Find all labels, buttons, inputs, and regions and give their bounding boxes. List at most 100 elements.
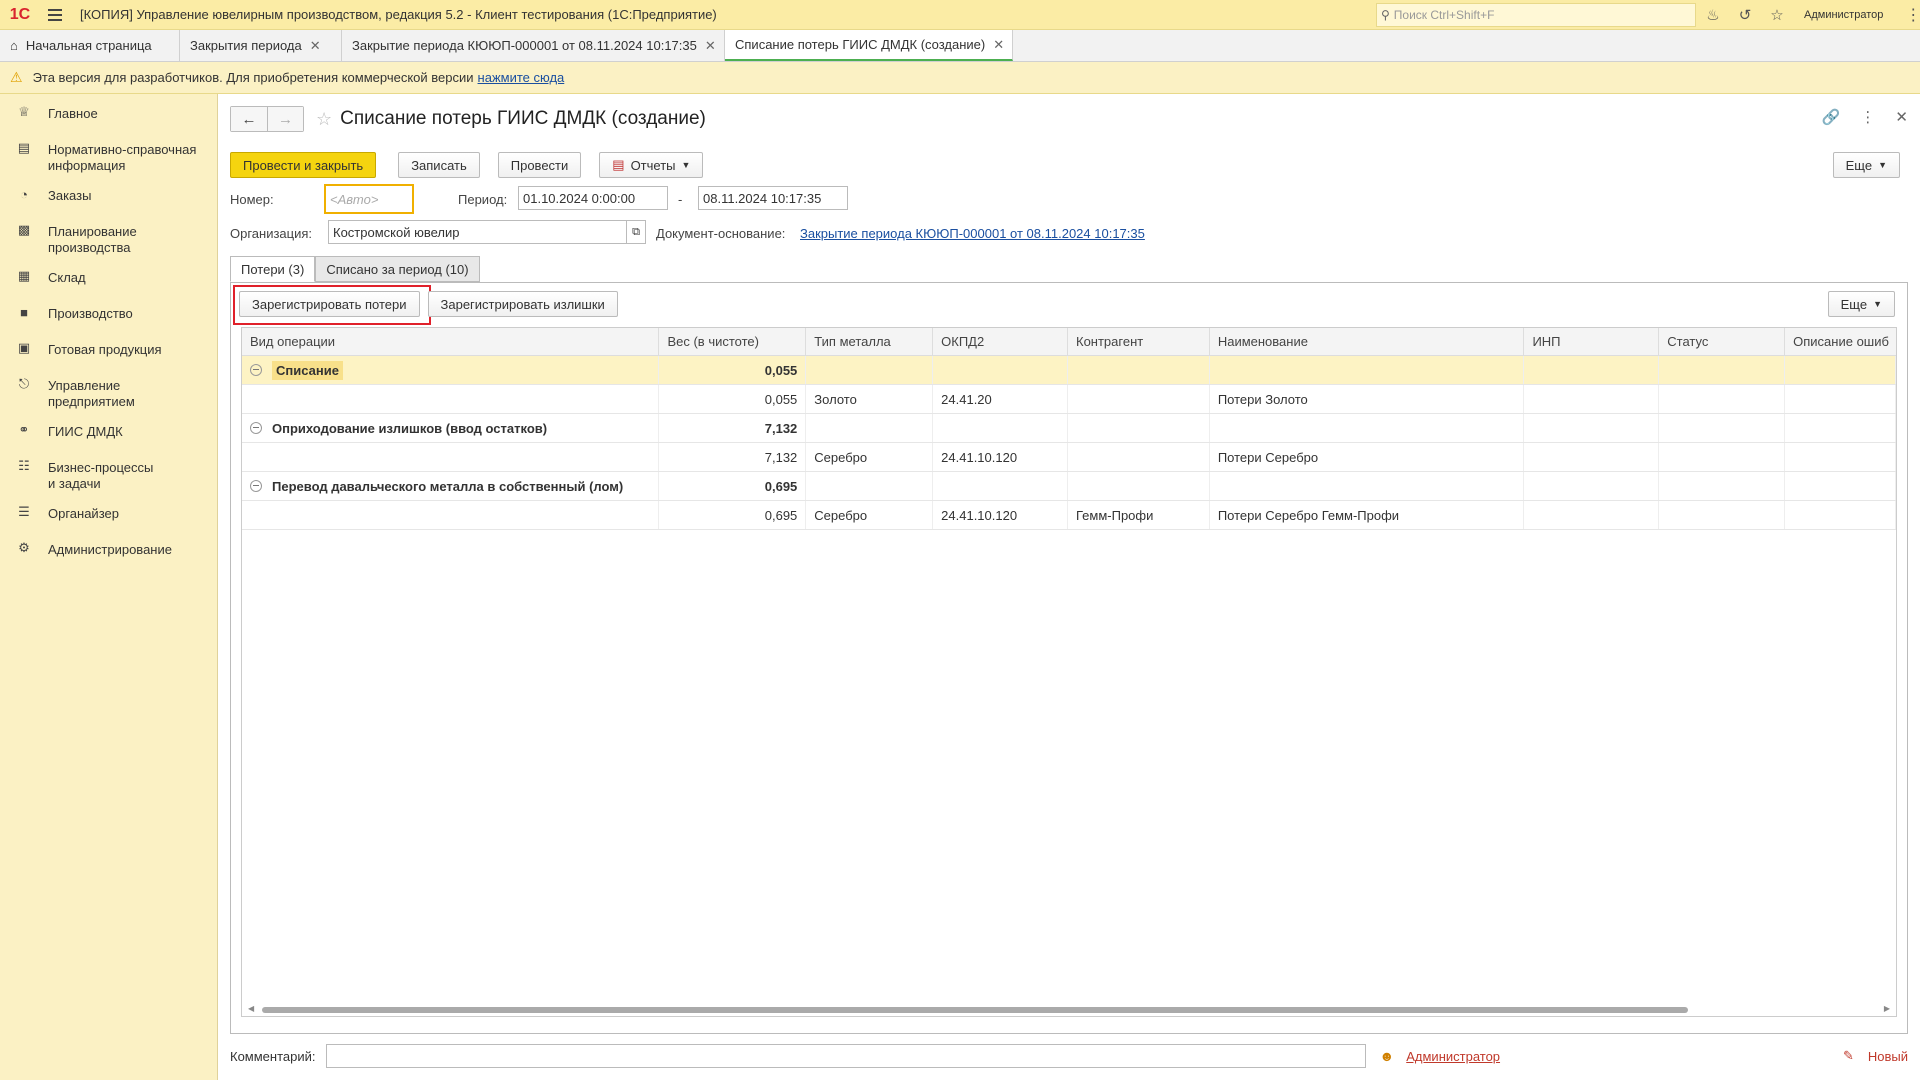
table-cell[interactable] — [806, 414, 934, 442]
sidebar-item-main[interactable]: ♕ Главное — [0, 94, 217, 130]
table-cell[interactable]: 0,055 — [659, 385, 807, 413]
more-menu-icon[interactable]: ⋮ — [1905, 5, 1920, 25]
1c-logo[interactable]: 1С — [0, 0, 40, 30]
table-cell[interactable] — [1068, 356, 1210, 384]
collapse-group-icon[interactable] — [250, 480, 262, 492]
table-cell[interactable]: Списание — [242, 356, 660, 384]
table-cell[interactable] — [806, 356, 934, 384]
sidebar-item-admin[interactable]: ⚙ Администрирование — [0, 530, 217, 566]
tab-home[interactable]: ⌂ Начальная страница — [0, 30, 180, 61]
table-row[interactable]: 0,055 Золото 24.41.20 Потери Золото — [242, 385, 1896, 414]
favorites-star-icon[interactable]: ☆ — [1768, 6, 1786, 24]
table-cell[interactable] — [806, 472, 934, 500]
table-cell[interactable] — [1659, 356, 1786, 384]
period-from-field[interactable]: 01.10.2024 0:00:00 — [518, 186, 668, 210]
table-cell[interactable]: Серебро — [806, 501, 934, 529]
column-header[interactable]: Тип металла — [806, 328, 934, 355]
table-group-row[interactable]: Перевод давальческого металла в собствен… — [242, 472, 1896, 501]
table-cell[interactable] — [1659, 414, 1786, 442]
table-cell[interactable] — [1659, 501, 1786, 529]
post-button[interactable]: Провести — [497, 152, 582, 178]
buy-link[interactable]: нажмите сюда — [478, 70, 565, 85]
register-losses-button[interactable]: Зарегистрировать потери — [239, 291, 420, 317]
table-cell[interactable]: Серебро — [806, 443, 934, 471]
search-input[interactable]: ⚲ Поиск Ctrl+Shift+F — [1376, 3, 1696, 27]
close-icon[interactable]: ✕ — [310, 38, 321, 54]
table-cell[interactable] — [1785, 443, 1896, 471]
sidebar-item-business-processes[interactable]: ☷ Бизнес-процессы и задачи — [0, 448, 217, 494]
current-user[interactable]: Администратор — [1804, 9, 1883, 21]
number-field[interactable]: <Авто> — [324, 184, 414, 214]
tab-period-closings[interactable]: Закрытия периода ✕ — [180, 30, 342, 61]
table-cell[interactable] — [242, 385, 660, 413]
table-cell[interactable] — [242, 501, 660, 529]
sidebar-item-giis[interactable]: ⚭ ГИИС ДМДК — [0, 412, 217, 448]
column-header[interactable]: ОКПД2 — [933, 328, 1068, 355]
tab-loss-writeoff[interactable]: Списание потерь ГИИС ДМДК (создание) ✕ — [725, 30, 1013, 61]
sidebar-item-finished-goods[interactable]: ▣ Готовая продукция — [0, 330, 217, 366]
table-cell[interactable] — [1068, 472, 1210, 500]
close-icon[interactable]: ✕ — [993, 37, 1004, 53]
table-cell[interactable]: 0,695 — [659, 501, 807, 529]
table-cell[interactable]: 24.41.10.120 — [933, 501, 1068, 529]
table-cell[interactable]: 7,132 — [659, 414, 807, 442]
table-cell[interactable] — [1210, 414, 1525, 442]
table-cell[interactable] — [1785, 472, 1896, 500]
table-cell[interactable] — [1785, 414, 1896, 442]
table-cell[interactable] — [1524, 501, 1660, 529]
bell-icon[interactable]: ♨ — [1704, 6, 1722, 24]
scroll-right-icon[interactable]: ▶ — [1884, 1004, 1890, 1013]
table-cell[interactable] — [1209, 356, 1525, 384]
table-cell[interactable]: Потери Золото — [1210, 385, 1525, 413]
post-and-close-button[interactable]: Провести и закрыть — [230, 152, 377, 178]
tab-losses[interactable]: Потери (3) — [230, 256, 316, 282]
menu-icon[interactable] — [40, 0, 70, 30]
table-cell[interactable]: Потери Серебро Гемм-Профи — [1210, 501, 1525, 529]
open-icon[interactable]: ⧉ — [626, 220, 646, 244]
table-cell[interactable]: 24.41.20 — [933, 385, 1068, 413]
scrollbar-thumb[interactable] — [262, 1007, 1688, 1013]
collapse-group-icon[interactable] — [250, 422, 262, 434]
collapse-group-icon[interactable] — [250, 364, 262, 376]
tab-period-closing-doc[interactable]: Закрытие периода КЮЮП-000001 от 08.11.20… — [342, 30, 725, 61]
table-cell[interactable] — [1524, 356, 1660, 384]
close-icon[interactable]: ✕ — [1895, 108, 1908, 126]
table-cell[interactable] — [1785, 501, 1896, 529]
table-cell[interactable] — [242, 443, 660, 471]
table-cell[interactable] — [1524, 385, 1660, 413]
sidebar-item-enterprise[interactable]: ⎋ Управление предприятием — [0, 366, 217, 412]
table-cell[interactable] — [1068, 414, 1210, 442]
register-surplus-button[interactable]: Зарегистрировать излишки — [427, 291, 618, 317]
column-header[interactable]: Контрагент — [1068, 328, 1210, 355]
column-header[interactable]: ИНП — [1524, 328, 1660, 355]
back-arrow-icon[interactable]: ← — [231, 107, 267, 131]
period-to-field[interactable]: 08.11.2024 10:17:35 — [698, 186, 848, 210]
author-link[interactable]: Администратор — [1406, 1049, 1500, 1064]
table-cell[interactable]: Потери Серебро — [1210, 443, 1525, 471]
sidebar-item-orders[interactable]: ◔ Заказы — [0, 176, 217, 212]
history-icon[interactable]: ↺ — [1736, 6, 1754, 24]
table-group-row[interactable]: Списание 0,055 — [242, 356, 1896, 385]
forward-arrow-icon[interactable]: → — [267, 107, 303, 131]
favorite-star-icon[interactable]: ☆ — [316, 109, 332, 130]
column-header[interactable]: Вес (в чистоте) — [659, 328, 807, 355]
table-cell[interactable]: 24.41.10.120 — [933, 443, 1068, 471]
table-cell[interactable] — [1659, 472, 1786, 500]
organization-field[interactable]: Костромской ювелир — [328, 220, 628, 244]
sidebar-item-organizer[interactable]: ☰ Органайзер — [0, 494, 217, 530]
table-group-row[interactable]: Оприходование излишков (ввод остатков) 7,… — [242, 414, 1896, 443]
more-button[interactable]: Еще ▼ — [1832, 152, 1900, 178]
table-cell[interactable] — [933, 414, 1068, 442]
tab-written-off[interactable]: Списано за период (10) — [315, 256, 480, 282]
table-cell[interactable] — [1524, 472, 1660, 500]
table-cell[interactable] — [933, 472, 1068, 500]
close-icon[interactable]: ✕ — [705, 38, 716, 54]
comment-field[interactable] — [325, 1044, 1366, 1068]
table-cell[interactable] — [1524, 414, 1660, 442]
horizontal-scrollbar[interactable]: ◀ ▶ — [242, 1002, 1896, 1016]
table-cell[interactable] — [933, 356, 1068, 384]
scroll-left-icon[interactable]: ◀ — [248, 1004, 254, 1013]
more-menu-icon[interactable]: ⋮ — [1860, 108, 1875, 126]
table-cell[interactable] — [1659, 443, 1786, 471]
table-row[interactable]: 7,132 Серебро 24.41.10.120 Потери Серебро — [242, 443, 1896, 472]
